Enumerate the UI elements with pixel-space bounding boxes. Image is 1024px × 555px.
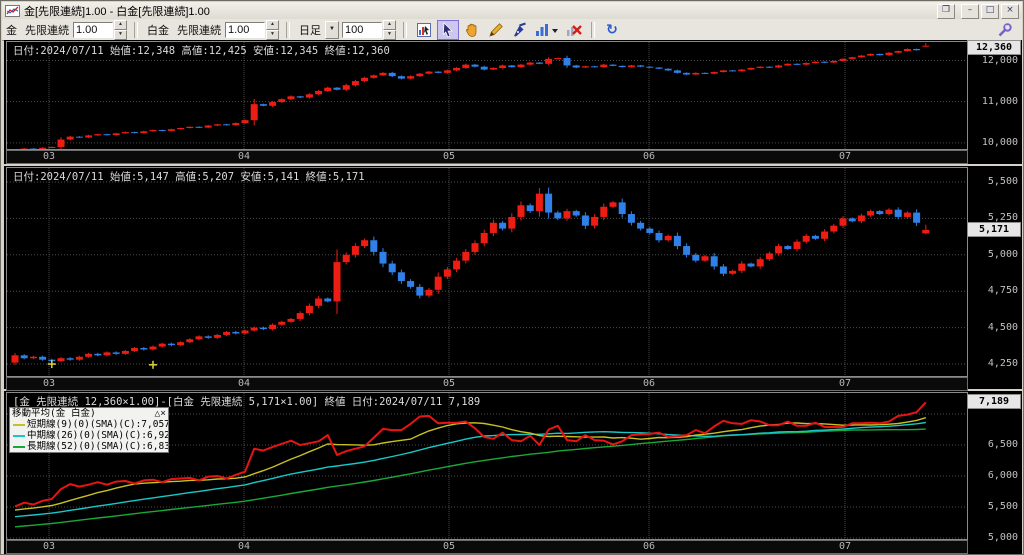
x-axis-month-label: 06	[642, 541, 656, 552]
separator	[403, 21, 407, 38]
x-axis-month-label: 04	[237, 151, 251, 162]
platinum-plot-area[interactable]: 日付:2024/07/11 始値:5,147 高値:5,207 安値:5,141…	[6, 167, 968, 377]
x-axis-month-label: 07	[838, 151, 852, 162]
gold-ohlc-header: 日付:2024/07/11 始値:12,348 高値:12,425 安値:12,…	[13, 45, 390, 57]
separator	[286, 21, 290, 38]
y-axis-tick-label: 4,250	[987, 358, 1018, 370]
spinner-arrows[interactable]: ▲ ▼	[383, 19, 396, 40]
spin-down-icon[interactable]: ▼	[114, 29, 127, 40]
platinum-ohlc-header: 日付:2024/07/11 始値:5,147 高値:5,207 安値:5,141…	[13, 171, 365, 183]
gold-ratio-spinner[interactable]: 1.00 ▲ ▼	[73, 19, 127, 40]
y-axis-tick-label: 5,500	[987, 501, 1018, 512]
y-axis-tick-label: 11,000	[981, 95, 1018, 107]
delete-indicator-icon[interactable]	[563, 20, 585, 40]
x-axis-month-label: 06	[642, 151, 656, 162]
gold-chart-panel: 日付:2024/07/11 始値:12,348 高値:12,425 安値:12,…	[4, 40, 1022, 164]
platinum-ratio-spinner[interactable]: 1.00 ▲ ▼	[225, 19, 279, 40]
spinner-arrows[interactable]: ▲ ▼	[114, 19, 127, 40]
x-axis-month-label: 04	[237, 541, 251, 552]
select-arrow-icon[interactable]	[437, 19, 459, 40]
legend-item-short-sma[interactable]: 短期線(9)(0)(SMA)(C):7,057	[10, 419, 168, 430]
spin-up-icon[interactable]: ▲	[266, 19, 279, 30]
chart-app-window: 金[先限連続]1.00 - 白金[先限連続]1.00 ❐ – □ × 金 先限連…	[0, 0, 1024, 555]
legend-item-long-sma[interactable]: 長期線(52)(0)(SMA)(C):6,830	[10, 441, 168, 452]
y-axis-tick-label: 4,500	[987, 321, 1018, 333]
spread-plot-area[interactable]: [金 先限連続 12,360×1.00]-[白金 先限連続 5,171×1.00…	[6, 392, 968, 540]
chart-type-icon[interactable]	[533, 20, 561, 40]
x-axis-month-label: 03	[42, 151, 56, 162]
legend-label: 短期線(9)(0)(SMA)(C):7,057	[27, 419, 168, 430]
spread-chart-panel: [金 先限連続 12,360×1.00]-[白金 先限連続 5,171×1.00…	[4, 391, 1022, 554]
spin-up-icon[interactable]: ▲	[383, 19, 396, 30]
y-axis-tick-label: 10,000	[981, 136, 1018, 148]
timeframe-dropdown-icon[interactable]: ▼	[325, 20, 339, 39]
x-axis-month-label: 05	[442, 378, 456, 389]
pencil-draw-icon[interactable]	[485, 20, 507, 40]
gold-plot-area[interactable]: 日付:2024/07/11 始値:12,348 高値:12,425 安値:12,…	[6, 41, 968, 150]
timeframe-label[interactable]: 日足	[299, 22, 321, 38]
y-axis-tick-label: 12,000	[981, 54, 1018, 66]
platinum-ratio-value[interactable]: 1.00	[225, 21, 265, 38]
toolbar: 金 先限連続 1.00 ▲ ▼ 白金 先限連続 1.00 ▲ ▼ 日足 ▼ 100 …	[2, 19, 1022, 41]
window-title: 金[先限連続]1.00 - 白金[先限連続]1.00	[24, 5, 210, 18]
platinum-y-axis: 5,500 5,250 5,000 4,750 4,500 4,250	[970, 167, 1020, 375]
gold-x-axis: 03 04 05 06 07	[6, 150, 968, 164]
x-axis-month-label: 05	[442, 151, 456, 162]
spinner-arrows[interactable]: ▲ ▼	[266, 19, 279, 40]
legend-title: 移動平均(金 白金)	[12, 408, 96, 419]
gold-symbol-label: 金	[6, 24, 17, 37]
x-axis-month-label: 06	[642, 378, 656, 389]
platinum-x-axis: 03 04 05 06 07	[6, 377, 968, 391]
legend-collapse-close-controls[interactable]: △×	[155, 408, 166, 419]
separator	[591, 21, 595, 38]
bar-count-value[interactable]: 100	[342, 21, 382, 38]
moving-average-legend: 移動平均(金 白金) △× 短期線(9)(0)(SMA)(C):7,057 中期…	[9, 407, 169, 453]
spin-up-icon[interactable]: ▲	[114, 19, 127, 30]
pan-hand-icon[interactable]	[461, 20, 483, 40]
legend-label: 長期線(52)(0)(SMA)(C):6,830	[27, 441, 168, 452]
wrench-icon[interactable]	[994, 20, 1016, 40]
app-line-chart-icon	[5, 4, 20, 17]
short-sma-swatch	[13, 423, 25, 426]
platinum-last-price-badge: 5,171	[967, 221, 1021, 237]
info-tool-icon[interactable]	[413, 20, 435, 40]
spin-down-icon[interactable]: ▼	[383, 29, 396, 40]
popout-icon[interactable]: ❐	[937, 4, 955, 19]
spin-down-icon[interactable]: ▼	[266, 29, 279, 40]
legend-item-mid-sma[interactable]: 中期線(26)(0)(SMA)(C):6,925	[10, 430, 168, 441]
spread-last-value-badge: 7,189	[967, 394, 1021, 410]
y-axis-tick-label: 6,000	[987, 470, 1018, 481]
x-axis-month-label: 05	[442, 541, 456, 552]
y-axis-tick-label: 5,500	[987, 175, 1018, 187]
x-axis-month-label: 03	[42, 378, 56, 389]
platinum-symbol-label: 白金	[147, 24, 169, 37]
gold-ratio-value[interactable]: 1.00	[73, 21, 113, 38]
platinum-series-label: 先限連続	[177, 24, 221, 37]
spread-y-axis: 6,500 6,000 5,500 5,000	[970, 392, 1020, 543]
spread-x-axis: 03 04 05 06 07	[6, 540, 968, 554]
gold-series-label: 先限連続	[25, 24, 69, 37]
y-axis-tick-label: 4,750	[987, 285, 1018, 297]
gold-y-axis: 12,000 11,000 10,000	[970, 41, 1020, 148]
title-bar[interactable]: 金[先限連続]1.00 - 白金[先限連続]1.00 ❐ – □ ×	[2, 2, 1022, 19]
platinum-chart-panel: 日付:2024/07/11 始値:5,147 高値:5,207 安値:5,141…	[4, 166, 1022, 391]
separator	[134, 21, 138, 38]
pen-draw-icon[interactable]	[509, 20, 531, 40]
legend-label: 中期線(26)(0)(SMA)(C):6,925	[27, 430, 168, 441]
x-axis-month-label: 04	[237, 378, 251, 389]
gold-last-price-badge: 12,360	[967, 40, 1021, 55]
mid-sma-swatch	[13, 434, 25, 437]
refresh-icon[interactable]: ↻	[601, 20, 623, 40]
y-axis-tick-label: 5,000	[987, 532, 1018, 543]
y-axis-tick-label: 6,500	[987, 439, 1018, 450]
long-sma-swatch	[13, 445, 25, 448]
close-icon[interactable]: ×	[1001, 4, 1019, 19]
x-axis-month-label: 07	[838, 378, 852, 389]
maximize-icon[interactable]: □	[981, 4, 999, 19]
x-axis-month-label: 07	[838, 541, 852, 552]
minimize-icon[interactable]: –	[961, 4, 979, 19]
y-axis-tick-label: 5,000	[987, 248, 1018, 260]
bar-count-spinner[interactable]: 100 ▲ ▼	[342, 19, 396, 40]
x-axis-month-label: 03	[42, 541, 56, 552]
